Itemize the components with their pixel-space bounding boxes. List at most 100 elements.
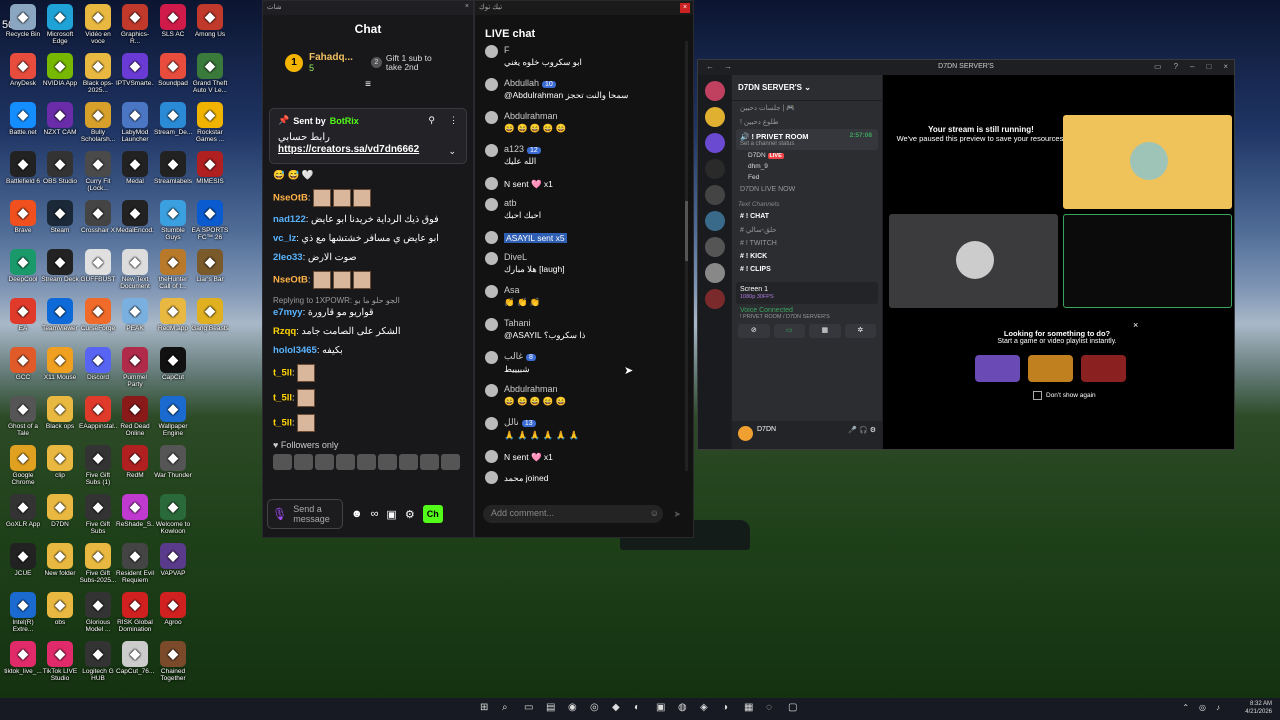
channel-clips[interactable]: # ! CLIPS xyxy=(732,263,882,276)
voice-user[interactable]: Fed xyxy=(732,172,882,183)
clock[interactable]: 8:32 AM 4/21/2026 xyxy=(1245,700,1272,716)
avatar[interactable] xyxy=(485,45,498,58)
avatar[interactable] xyxy=(485,351,498,364)
desktop-icon[interactable]: ◆ Streamlabels xyxy=(154,151,192,195)
desktop-icon[interactable]: ◆ Microsoft Edge xyxy=(41,4,79,48)
desktop-icon[interactable]: ◆ Agroo xyxy=(154,592,192,636)
collapse-icon[interactable]: ≡ xyxy=(263,79,473,90)
chat-username[interactable]: nad122 xyxy=(273,214,306,225)
chat-username[interactable]: t_5ll xyxy=(273,393,292,404)
screen-share-panel[interactable]: Screen 1 1080p 30FPS xyxy=(736,282,878,304)
desktop-icon[interactable]: ◆ PEAK xyxy=(116,298,154,342)
server-icon[interactable] xyxy=(704,159,725,179)
maximize-icon[interactable]: □ xyxy=(1206,62,1211,71)
desktop-icon[interactable]: ◆ X11 Mouse xyxy=(41,347,79,391)
live-username[interactable]: نالل xyxy=(504,417,519,427)
chat-username[interactable]: t_5ll xyxy=(273,418,292,429)
live-username[interactable]: a123 xyxy=(504,144,524,154)
desktop-icon[interactable]: ◆ RedM.app xyxy=(154,298,192,342)
channel-item[interactable]: جلسات دحيين | 🎮 xyxy=(732,101,882,115)
live-username[interactable]: DiveL xyxy=(504,252,527,262)
desktop-icon[interactable]: ◆ CapCut_76... xyxy=(116,641,154,685)
channel-chat[interactable]: # ! CHAT xyxy=(732,210,882,223)
text-channels-header[interactable]: Text Channels xyxy=(732,196,882,210)
task-view-icon[interactable]: ▭ xyxy=(524,702,533,713)
desktop-icon[interactable]: ◆ Wallpaper Engine xyxy=(154,396,192,440)
desktop-icon[interactable]: ◆ LabyMod Launcher xyxy=(116,102,154,146)
video-off-icon[interactable]: ⊘ xyxy=(738,324,770,338)
desktop-icon[interactable]: ◆ CapCut xyxy=(154,347,192,391)
live-username[interactable]: atb xyxy=(504,198,517,208)
discord-icon[interactable]: ◐ xyxy=(634,702,640,713)
desktop-icon[interactable]: ◆ GCC xyxy=(4,347,42,391)
screen-share-icon[interactable]: ▭ xyxy=(773,324,805,338)
desktop-icon[interactable]: ◆ Stumble Guys xyxy=(154,200,192,244)
desktop-icon[interactable]: ◆ Red Dead Online xyxy=(116,396,154,440)
desktop-icon[interactable]: ◆ Crosshair X xyxy=(79,200,117,244)
desktop-icon[interactable]: ◆ Grand Theft Auto V Le... xyxy=(191,53,229,97)
desktop-icon[interactable]: ◆ D7DN xyxy=(41,494,79,538)
avatar[interactable] xyxy=(485,144,498,157)
desktop-icon[interactable]: ◆ Brave xyxy=(4,200,42,244)
desktop-icon[interactable]: ◆ Vidéo en voce xyxy=(79,4,117,48)
desktop-icon[interactable]: ◆ Rockstar Games ... xyxy=(191,102,229,146)
desktop-icon[interactable]: ◆ Liar's Bar xyxy=(191,249,229,293)
desktop-icon[interactable]: ◆ Soundpad xyxy=(154,53,192,97)
infinity-icon[interactable]: ∞ xyxy=(371,508,379,520)
desktop-icon[interactable]: ◆ Recycle Bin xyxy=(4,4,42,48)
channel-kick[interactable]: # ! KICK xyxy=(732,250,882,263)
desktop-icon[interactable]: ◆ Stream_De... xyxy=(154,102,192,146)
gift-cta[interactable]: 2 Gift 1 sub to take 2nd xyxy=(370,53,442,72)
live-username[interactable]: محمد xyxy=(504,473,523,483)
desktop-icon[interactable]: ◆ CurseForge xyxy=(79,298,117,342)
scrollbar[interactable] xyxy=(685,41,688,471)
desktop-icon[interactable]: ◆ New Text Document xyxy=(116,249,154,293)
chat-username[interactable]: Rzqq xyxy=(273,326,296,337)
desktop-icon[interactable]: ◆ JCUE xyxy=(4,543,42,587)
server-icon[interactable] xyxy=(704,185,725,205)
desktop-icon[interactable]: ◆ obs xyxy=(41,592,79,636)
desktop-icon[interactable]: ◆ IPTVSmarte... xyxy=(116,53,154,97)
tiktok-chat-titlebar[interactable]: تيك توك × xyxy=(475,1,693,15)
avatar[interactable] xyxy=(485,417,498,430)
voice-status[interactable]: Set a channel status xyxy=(740,141,874,147)
desktop-icon[interactable]: ◆ TikTok LIVE Studio xyxy=(41,641,79,685)
desktop-icon[interactable]: ◆ New folder xyxy=(41,543,79,587)
desktop-icon[interactable]: ◆ Five Gift Subs xyxy=(79,494,117,538)
activities-icon[interactable]: ▦ xyxy=(809,324,841,338)
desktop-icon[interactable]: ◆ Battle.net xyxy=(4,102,42,146)
app-icon[interactable]: ◈ xyxy=(700,702,708,713)
desktop-icon[interactable]: ◆ VAPVAP xyxy=(154,543,192,587)
voice-user[interactable]: dhm_9 xyxy=(732,161,882,172)
desktop-icon[interactable]: ◆ Glorious Model ... xyxy=(79,592,117,636)
avatar[interactable] xyxy=(485,318,498,331)
game-tile[interactable] xyxy=(1028,355,1073,382)
discord-window[interactable]: ← → D7DN SERVER'S ▭? – □ × D7DN SERVER'S ⌄ ج… xyxy=(697,59,1235,450)
desktop-icon[interactable]: ◆ Intel(R) Extre... xyxy=(4,592,42,636)
chat-username[interactable]: holol3465 xyxy=(273,345,317,356)
voice-channel-privet-room[interactable]: 🔊 ! PRIVET ROOM 2:57:08 Set a channel sta… xyxy=(736,129,878,150)
avatar[interactable] xyxy=(485,450,498,463)
desktop-icon[interactable]: ◆ MedalEncod... xyxy=(116,200,154,244)
add-comment-input[interactable]: Add comment... ☺ xyxy=(483,505,663,523)
desktop-icon[interactable]: ◆ RedM xyxy=(116,445,154,489)
desktop-icon[interactable]: ◆ Gang Beasts xyxy=(191,298,229,342)
desktop-icon[interactable]: ◆ AnyDesk xyxy=(4,53,42,97)
chat-username[interactable]: NseOtB xyxy=(273,275,308,286)
pinned-link[interactable]: https://creators.sa/vd7dn6662 xyxy=(278,144,419,155)
game-tile[interactable] xyxy=(975,355,1020,382)
desktop-icon[interactable]: ◆ War Thunder xyxy=(154,445,192,489)
server-icon[interactable] xyxy=(704,81,725,101)
minimize-icon[interactable]: – xyxy=(1190,62,1194,71)
live-username[interactable]: Tahani xyxy=(504,318,531,328)
desktop-icon[interactable]: ◆ Stream Deck xyxy=(41,249,79,293)
desktop-icon[interactable]: ◆ Chained Together xyxy=(154,641,192,685)
chat-username[interactable]: t_5ll xyxy=(273,368,292,379)
desktop-icon[interactable]: ◆ Black ops xyxy=(41,396,79,440)
live-username[interactable]: Abdullah xyxy=(504,78,539,88)
chat-username[interactable]: NseOtB xyxy=(273,193,308,204)
emote-icon[interactable]: ☻ xyxy=(351,508,363,520)
user-tile[interactable] xyxy=(1063,115,1232,209)
kick-chat-window[interactable]: شات × Chat 1 Fahadq... 5 2 Gift 1 sub to … xyxy=(262,0,474,538)
live-username[interactable]: Abdulrahman xyxy=(504,111,558,121)
